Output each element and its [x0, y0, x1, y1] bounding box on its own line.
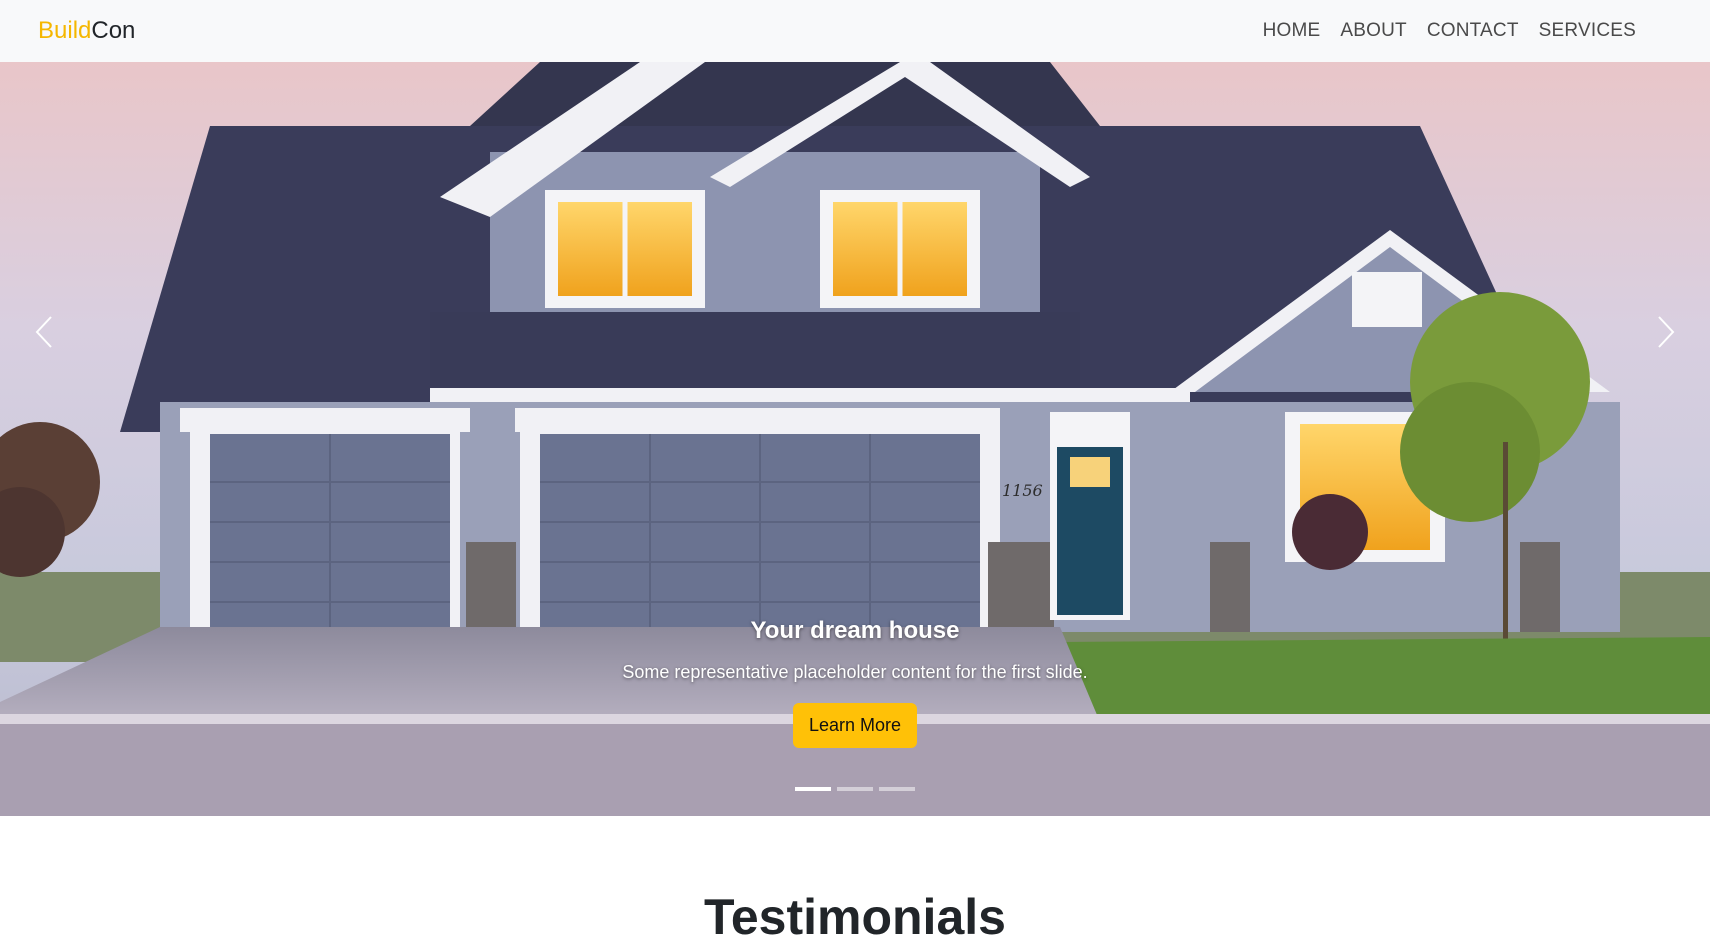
brand-logo[interactable]: BuildCon	[38, 17, 135, 45]
carousel-next-button[interactable]	[1646, 312, 1686, 352]
brand-part-con: Con	[91, 17, 136, 44]
carousel-indicator-1[interactable]	[795, 787, 831, 791]
learn-more-button[interactable]: Learn More	[792, 703, 918, 748]
nav-contact-link[interactable]: CONTACT	[1427, 20, 1519, 42]
carousel-caption: Your dream house Some representative pla…	[0, 617, 1710, 748]
slide-title: Your dream house	[750, 617, 960, 644]
carousel-indicators	[0, 787, 1710, 791]
testimonials-heading: Testimonials	[704, 889, 1006, 945]
chevron-left-icon	[35, 316, 52, 348]
navbar: BuildCon HOME ABOUT CONTACT SERVICES	[0, 0, 1710, 62]
nav-links: HOME ABOUT CONTACT SERVICES	[1263, 20, 1636, 42]
brand-part-build: Build	[38, 17, 92, 44]
nav-home-link[interactable]: HOME	[1263, 20, 1321, 42]
chevron-right-icon	[1658, 316, 1675, 348]
nav-about-link[interactable]: ABOUT	[1340, 20, 1406, 42]
carousel-prev-button[interactable]	[24, 312, 64, 352]
carousel-indicator-2[interactable]	[837, 787, 873, 791]
nav-services-link[interactable]: SERVICES	[1539, 20, 1636, 42]
slide-description: Some representative placeholder content …	[622, 662, 1088, 682]
carousel-indicator-3[interactable]	[879, 787, 915, 791]
house-number-text: 1156	[1002, 481, 1043, 500]
hero-carousel: 1156 Your dream house Some representativ…	[0, 62, 1710, 816]
